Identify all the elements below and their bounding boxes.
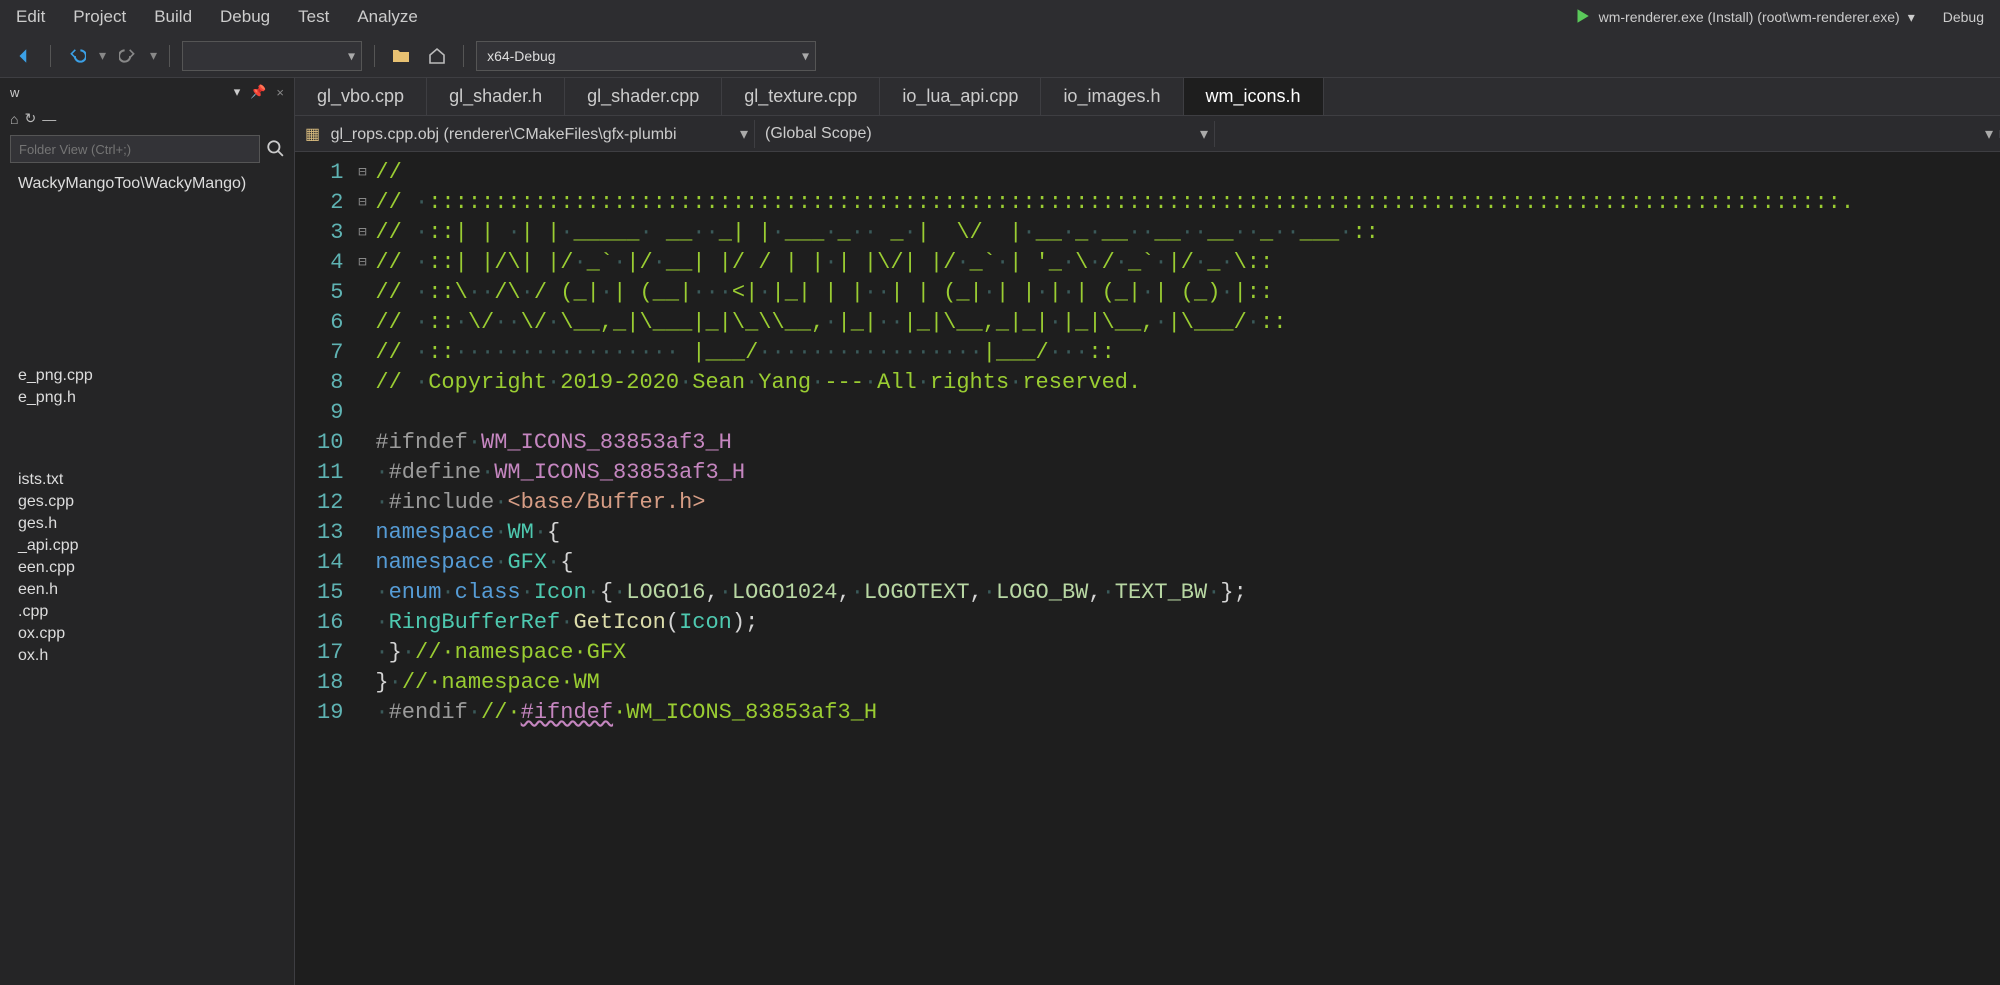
tree-file[interactable]: een.cpp: [6, 557, 288, 579]
run-config-label[interactable]: Debug: [1943, 9, 1984, 25]
chevron-down-icon: ▾: [802, 47, 809, 64]
menu-test[interactable]: Test: [298, 7, 329, 27]
chevron-down-icon: ▾: [740, 124, 748, 144]
search-icon[interactable]: [266, 139, 284, 160]
tree-file[interactable]: ox.h: [6, 645, 288, 667]
tab-gl_texture-cpp[interactable]: gl_texture.cpp: [722, 78, 880, 115]
menu-project[interactable]: Project: [73, 7, 126, 27]
menu-build[interactable]: Build: [154, 7, 192, 27]
play-icon[interactable]: [1573, 7, 1591, 28]
nav-scope-label: (Global Scope): [765, 125, 872, 142]
nav-back-icon[interactable]: [10, 42, 38, 70]
tree-file[interactable]: .cpp: [6, 601, 288, 623]
tab-gl_vbo-cpp[interactable]: gl_vbo.cpp: [295, 78, 427, 115]
tree-file[interactable]: ox.cpp: [6, 623, 288, 645]
config-combo[interactable]: x64-Debug ▾: [476, 41, 816, 71]
undo-icon[interactable]: [63, 42, 91, 70]
side-search: [0, 131, 294, 167]
redo-icon[interactable]: [114, 42, 142, 70]
pin-icon[interactable]: 📌: [250, 84, 266, 100]
tree: WackyMangoToo\WackyMango) e_png.cpp e_pn…: [0, 167, 294, 673]
editor-zone: gl_vbo.cppgl_shader.hgl_shader.cppgl_tex…: [295, 78, 2000, 985]
tabs: gl_vbo.cppgl_shader.hgl_shader.cppgl_tex…: [295, 78, 2000, 116]
nav-left[interactable]: ▦ gl_rops.cpp.obj (renderer\CMakeFiles\g…: [295, 120, 755, 148]
tab-gl_shader-cpp[interactable]: gl_shader.cpp: [565, 78, 722, 115]
solution-explorer: w ▾ 📌 × ⌂ ↻ — WackyMangoToo\WackyMango) …: [0, 78, 295, 985]
run-target-label[interactable]: wm-renderer.exe (Install) (root\wm-rende…: [1599, 9, 1900, 25]
solution-combo[interactable]: ▾: [182, 41, 362, 71]
main-area: w ▾ 📌 × ⌂ ↻ — WackyMangoToo\WackyMango) …: [0, 78, 2000, 985]
tree-file[interactable]: ges.cpp: [6, 491, 288, 513]
chevron-down-icon: ▾: [1200, 124, 1208, 144]
tree-file[interactable]: _api.cpp: [6, 535, 288, 557]
config-label: x64-Debug: [487, 48, 556, 64]
search-input[interactable]: [10, 135, 260, 163]
source[interactable]: // // ·:::::::::::::::::::::::::::::::::…: [371, 152, 1854, 985]
file-icon: ▦: [305, 126, 320, 143]
separator: [463, 45, 464, 67]
chevron-down-icon: ▾: [348, 47, 355, 64]
tree-file[interactable]: e_png.cpp: [6, 365, 288, 387]
nav-bar: ▦ gl_rops.cpp.obj (renderer\CMakeFiles\g…: [295, 116, 2000, 152]
home-icon[interactable]: [423, 42, 451, 70]
minus-icon[interactable]: —: [42, 111, 56, 127]
chevron-down-icon[interactable]: ▾: [1908, 9, 1915, 26]
tree-file[interactable]: ists.txt: [6, 469, 288, 491]
close-icon[interactable]: ×: [276, 85, 284, 100]
tree-file[interactable]: e_png.h: [6, 387, 288, 409]
menu-edit[interactable]: Edit: [16, 7, 45, 27]
side-title: w: [10, 85, 19, 100]
code-editor[interactable]: 12345678910111213141516171819 ⊟ ⊟ ⊟⊟ // …: [295, 152, 2000, 985]
nav-member[interactable]: ▾: [1215, 130, 2000, 138]
menu-debug[interactable]: Debug: [220, 7, 270, 27]
tree-root[interactable]: WackyMangoToo\WackyMango): [6, 173, 288, 195]
tree-file[interactable]: een.h: [6, 579, 288, 601]
chevron-down-icon[interactable]: ▾: [234, 84, 241, 100]
menu-analyze[interactable]: Analyze: [357, 7, 417, 27]
separator: [50, 45, 51, 67]
toolbar: ▾ ▾ ▾ x64-Debug ▾: [0, 34, 2000, 78]
tab-io_images-h[interactable]: io_images.h: [1041, 78, 1183, 115]
chevron-down-icon: ▾: [1985, 124, 1993, 144]
menubar: Edit Project Build Debug Test Analyze wm…: [0, 0, 2000, 34]
side-toolbar: ⌂ ↻ —: [0, 106, 294, 131]
tree-file[interactable]: ges.h: [6, 513, 288, 535]
home-icon[interactable]: ⌂: [10, 111, 18, 127]
fold-column[interactable]: ⊟ ⊟ ⊟⊟: [353, 152, 371, 985]
nav-left-label: gl_rops.cpp.obj (renderer\CMakeFiles\gfx…: [331, 126, 677, 143]
separator: [169, 45, 170, 67]
side-header: w ▾ 📌 ×: [0, 78, 294, 106]
tab-gl_shader-h[interactable]: gl_shader.h: [427, 78, 565, 115]
sync-icon[interactable]: ↻: [24, 110, 36, 127]
open-folder-icon[interactable]: [387, 42, 415, 70]
separator: [374, 45, 375, 67]
gutter: 12345678910111213141516171819: [295, 152, 353, 985]
nav-scope[interactable]: (Global Scope) ▾: [755, 121, 1215, 147]
tab-io_lua_api-cpp[interactable]: io_lua_api.cpp: [880, 78, 1041, 115]
tab-wm_icons-h[interactable]: wm_icons.h: [1184, 78, 1324, 115]
